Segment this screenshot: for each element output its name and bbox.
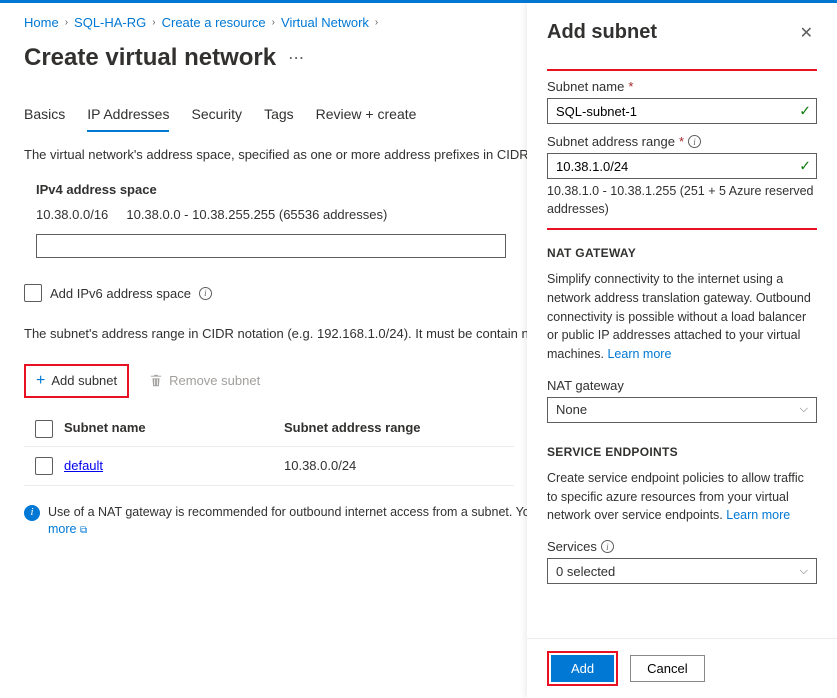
subnet-link-default[interactable]: default — [64, 458, 103, 473]
more-icon[interactable]: ⋯ — [288, 48, 304, 68]
info-icon: i — [24, 505, 40, 521]
tab-review[interactable]: Review + create — [316, 102, 417, 132]
add-subnet-label: Add subnet — [51, 373, 117, 388]
breadcrumb-vnet[interactable]: Virtual Network — [281, 15, 369, 30]
select-all-checkbox[interactable] — [35, 420, 53, 438]
nat-gateway-heading: NAT GATEWAY — [547, 246, 817, 260]
check-icon: ✓ — [799, 103, 811, 120]
breadcrumb-rg[interactable]: SQL-HA-RG — [74, 15, 146, 30]
cancel-button[interactable]: Cancel — [630, 655, 704, 682]
nat-gateway-desc: Simplify connectivity to the internet us… — [547, 272, 811, 361]
subnet-table: Subnet name Subnet address range default… — [24, 412, 514, 486]
tab-basics[interactable]: Basics — [24, 102, 65, 132]
tab-security[interactable]: Security — [191, 102, 242, 132]
row-checkbox[interactable] — [35, 457, 53, 475]
services-value: 0 selected — [556, 564, 615, 579]
subnet-range-label: Subnet address range * i — [547, 134, 817, 149]
add-subnet-panel: Add subnet ✕ Subnet name * ✓ Subnet addr… — [527, 3, 837, 698]
ipv6-label: Add IPv6 address space — [50, 286, 191, 301]
tab-ip-addresses[interactable]: IP Addresses — [87, 102, 169, 132]
ipv6-checkbox[interactable] — [24, 284, 42, 302]
breadcrumb-home[interactable]: Home — [24, 15, 59, 30]
subnet-range-helper: 10.38.1.0 - 10.38.1.255 (251 + 5 Azure r… — [547, 183, 817, 218]
subnet-name-label: Subnet name * — [547, 79, 817, 94]
ipv4-cidr: 10.38.0.0/16 — [36, 207, 108, 222]
address-space-input[interactable] — [36, 234, 506, 258]
services-select[interactable]: 0 selected ⌵ — [547, 558, 817, 584]
remove-subnet-button[interactable]: Remove subnet — [149, 373, 260, 388]
panel-title: Add subnet — [547, 21, 657, 44]
chevron-right-icon: › — [375, 17, 378, 28]
info-icon[interactable]: i — [601, 540, 614, 553]
subnet-name-input[interactable] — [547, 98, 817, 124]
plus-icon: + — [36, 372, 45, 390]
nat-gateway-label: NAT gateway — [547, 378, 817, 393]
chevron-right-icon: › — [152, 17, 155, 28]
col-subnet-range: Subnet address range — [284, 420, 514, 438]
chevron-down-icon: ⌵ — [800, 565, 808, 578]
check-icon: ✓ — [799, 158, 811, 175]
info-icon[interactable]: i — [199, 287, 212, 300]
subnet-range-value: 10.38.0.0/24 — [284, 458, 514, 473]
add-subnet-button[interactable]: + Add subnet — [24, 364, 129, 398]
chevron-down-icon: ⌵ — [800, 403, 808, 416]
learn-more-link[interactable]: Learn more — [726, 508, 790, 522]
chevron-right-icon: › — [65, 17, 68, 28]
add-button[interactable]: Add — [551, 655, 614, 682]
page-title: Create virtual network — [24, 44, 276, 72]
services-label: Services i — [547, 539, 817, 554]
tab-tags[interactable]: Tags — [264, 102, 294, 132]
subnet-range-input[interactable] — [547, 153, 817, 179]
external-link-icon: ⧉ — [80, 525, 87, 536]
info-icon[interactable]: i — [688, 135, 701, 148]
service-endpoints-heading: SERVICE ENDPOINTS — [547, 445, 817, 459]
ipv4-range: 10.38.0.0 - 10.38.255.255 (65536 address… — [126, 207, 387, 222]
remove-subnet-label: Remove subnet — [169, 373, 260, 388]
breadcrumb-create[interactable]: Create a resource — [162, 15, 266, 30]
table-row: default 10.38.0.0/24 — [24, 447, 514, 486]
trash-icon — [149, 374, 163, 388]
chevron-right-icon: › — [272, 17, 275, 28]
close-icon[interactable]: ✕ — [796, 21, 817, 45]
col-subnet-name: Subnet name — [64, 420, 284, 438]
nat-gateway-select[interactable]: None ⌵ — [547, 397, 817, 423]
learn-more-link[interactable]: Learn more — [607, 347, 671, 361]
nat-gateway-value: None — [556, 402, 587, 417]
